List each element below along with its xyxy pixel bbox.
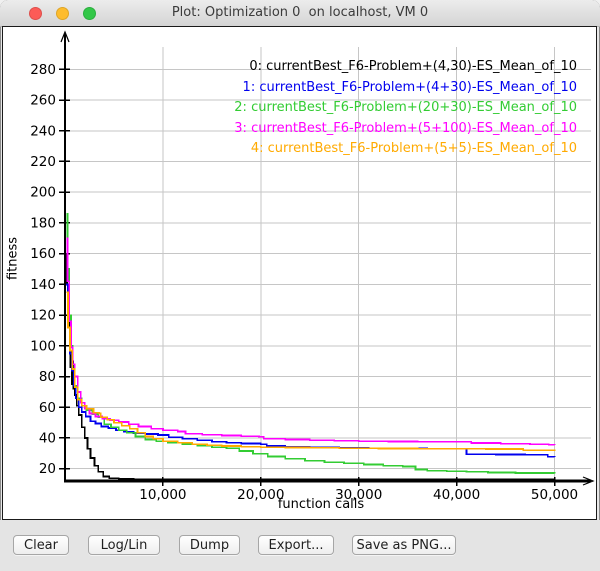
- y-tick-label: 20: [39, 461, 56, 477]
- save-as-png-button[interactable]: Save as PNG...: [352, 535, 456, 555]
- y-tick-label: 220: [30, 154, 56, 170]
- y-tick-label: 140: [30, 277, 56, 293]
- y-axis-label: fitness: [6, 204, 21, 314]
- y-tick-label: 60: [39, 400, 56, 416]
- y-tick-label: 180: [30, 215, 56, 231]
- series-line: [66, 238, 554, 445]
- plot-window: Plot: Optimization 0 on localhost, VM 0 …: [0, 0, 600, 571]
- series-line: [66, 254, 554, 480]
- y-tick-label: 80: [39, 369, 56, 385]
- legend-entry: 3: currentBest_F6-Problem+(5+100)-ES_Mea…: [234, 119, 577, 140]
- dump-button[interactable]: Dump: [179, 535, 240, 555]
- clear-button[interactable]: Clear: [13, 535, 69, 555]
- y-tick-label: 200: [30, 185, 56, 201]
- series-line: [66, 214, 554, 474]
- legend-entry: 1: currentBest_F6-Problem+(4+30)-ES_Mean…: [234, 78, 577, 99]
- legend-entry: 4: currentBest_F6-Problem+(5+5)-ES_Mean_…: [234, 139, 577, 160]
- button-bar: Clear Log/Lin Dump Export... Save as PNG…: [0, 520, 600, 571]
- plot-panel: 2040608010012014016018020022024026028010…: [2, 26, 597, 520]
- x-axis-label: function calls: [3, 497, 600, 512]
- y-tick-label: 260: [30, 93, 56, 109]
- y-tick-label: 120: [30, 308, 56, 324]
- window-title: Plot: Optimization 0 on localhost, VM 0: [0, 0, 600, 26]
- chart-legend: 0: currentBest_F6-Problem+(4,30)-ES_Mean…: [234, 57, 577, 160]
- series-line: [66, 284, 554, 457]
- y-tick-label: 280: [30, 62, 56, 78]
- y-tick-label: 160: [30, 246, 56, 262]
- y-tick-label: 100: [30, 338, 56, 354]
- export-button[interactable]: Export...: [258, 535, 334, 555]
- y-tick-label: 40: [39, 430, 56, 446]
- legend-entry: 2: currentBest_F6-Problem+(20+30)-ES_Mea…: [234, 98, 577, 119]
- legend-entry: 0: currentBest_F6-Problem+(4,30)-ES_Mean…: [234, 57, 577, 78]
- title-bar[interactable]: Plot: Optimization 0 on localhost, VM 0: [0, 0, 600, 27]
- log-lin-button[interactable]: Log/Lin: [88, 535, 160, 555]
- y-tick-label: 240: [30, 123, 56, 139]
